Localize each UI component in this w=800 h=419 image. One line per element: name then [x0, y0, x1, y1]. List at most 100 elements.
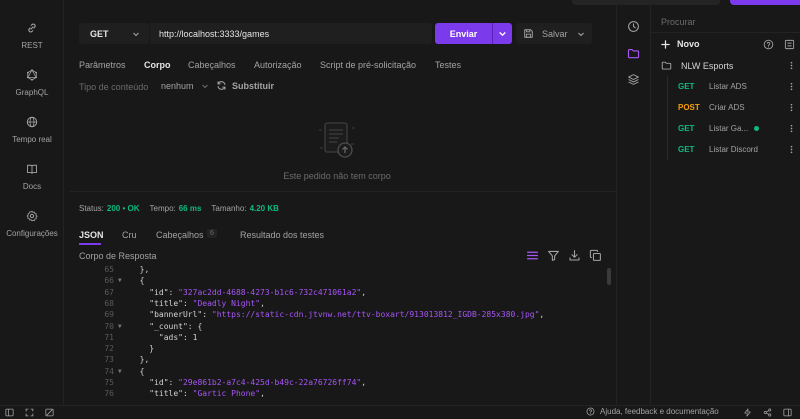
nav-item-graphql[interactable]: GraphQL — [0, 69, 64, 97]
code-scrollbar[interactable] — [607, 268, 611, 285]
filter-icon[interactable] — [547, 249, 560, 262]
method-value: GET — [90, 28, 109, 39]
replace-button[interactable]: Substituir — [216, 80, 274, 91]
save-button-label: Salvar — [542, 28, 568, 39]
request-name: Listar Ga... — [709, 123, 749, 133]
rail-divider — [650, 0, 651, 405]
request-item-create-ads[interactable]: POST Criar ADS — [678, 100, 796, 114]
request-item-list-games[interactable]: GET Listar Ga... — [678, 121, 796, 135]
code-text: } — [126, 344, 154, 355]
search-divider — [651, 32, 800, 33]
request-item-list-ads[interactable]: GET Listar ADS — [678, 79, 796, 93]
tab-authorization[interactable]: Autorização — [254, 60, 302, 70]
url-input[interactable] — [150, 23, 432, 44]
new-collection-button[interactable]: Novo — [661, 39, 700, 49]
globe-icon — [26, 116, 38, 128]
shortcuts-icon[interactable] — [743, 408, 752, 417]
line-number: 65 — [104, 265, 114, 274]
nav-label-rest: REST — [21, 41, 43, 50]
download-icon[interactable] — [568, 249, 581, 262]
fold-toggle-icon — [118, 355, 126, 366]
help-feedback-label: Ajuda, feedback e documentação — [600, 407, 719, 416]
request-method-badge: GET — [678, 123, 695, 133]
collection-name: NLW Esports — [681, 60, 734, 71]
json-token: "id": — [130, 287, 179, 297]
request-name: Criar ADS — [709, 102, 745, 112]
fold-toggle-icon — [118, 333, 126, 344]
pane-divider[interactable] — [70, 191, 616, 192]
collection-nlw-esports[interactable]: NLW Esports — [661, 60, 796, 71]
help-circle-icon — [586, 407, 595, 416]
share-icon[interactable] — [763, 408, 772, 417]
content-type-select[interactable]: nenhum — [161, 81, 209, 91]
sidebar-divider[interactable] — [616, 0, 617, 405]
request-method-badge: POST — [678, 102, 700, 112]
primary-navigation: REST GraphQL Tempo real Docs Configuraçõ… — [0, 0, 64, 405]
tab-raw[interactable]: Cru — [122, 230, 137, 240]
tab-tests[interactable]: Testes — [435, 60, 461, 70]
collections-icon[interactable] — [627, 47, 640, 60]
book-icon — [27, 164, 37, 174]
more-options-icon[interactable] — [787, 61, 796, 70]
content-type-row: Tipo de conteúdo — [79, 81, 148, 93]
code-line: 68 "title": "Deadly Night", — [70, 299, 265, 310]
tab-pre-request-script[interactable]: Script de pré-solicitação — [320, 60, 416, 70]
request-item-list-discord[interactable]: GET Listar Discord — [678, 142, 796, 156]
wrap-lines-icon[interactable] — [526, 249, 539, 262]
import-export-icon[interactable] — [784, 39, 795, 50]
gear-icon — [26, 210, 38, 222]
save-icon — [524, 29, 533, 38]
tab-body[interactable]: Corpo — [144, 60, 171, 70]
send-button[interactable]: Enviar — [435, 23, 512, 44]
help-feedback-link[interactable]: Ajuda, feedback e documentação — [586, 407, 719, 416]
tab-json[interactable]: JSON — [79, 230, 104, 240]
line-number: 71 — [104, 332, 114, 342]
method-select[interactable]: GET — [79, 23, 149, 44]
fold-toggle-icon — [118, 378, 126, 389]
line-number: 75 — [104, 378, 114, 387]
tab-response-headers[interactable]: Cabeçalhos — [156, 230, 204, 240]
empty-body-message: Este pedido não tem corpo — [283, 171, 391, 181]
tab-headers[interactable]: Cabeçalhos — [188, 60, 236, 70]
tab-parameters[interactable]: Parâmetros — [79, 60, 126, 70]
zen-mode-icon[interactable] — [25, 408, 34, 417]
new-collection-label: Novo — [677, 39, 700, 49]
line-number: 66 — [104, 276, 114, 286]
replace-button-label: Substituir — [232, 80, 274, 91]
copy-icon[interactable] — [589, 249, 602, 262]
more-options-icon[interactable] — [787, 145, 796, 154]
code-line: 70 ▼ "_count": { — [70, 322, 202, 333]
more-options-icon[interactable] — [787, 82, 796, 91]
nav-item-docs[interactable]: Docs — [0, 163, 64, 191]
sidebar-toggle-icon[interactable] — [5, 408, 14, 417]
more-options-icon[interactable] — [787, 103, 796, 112]
fold-toggle-icon[interactable]: ▼ — [118, 322, 126, 333]
code-line: 72 } — [70, 344, 154, 355]
collections-search-input[interactable]: Procurar — [661, 17, 696, 27]
response-body-editor[interactable]: 65 }, 66 ▼ {67 "id": "327ac2dd-4688-4273-b… — [70, 265, 608, 405]
tab-test-results[interactable]: Resultado dos testes — [240, 230, 324, 240]
json-token: "title": — [130, 298, 193, 308]
nav-item-realtime[interactable]: Tempo real — [0, 116, 64, 144]
response-body-label: Corpo de Resposta — [79, 251, 157, 261]
size-group: Tamanho: 4.20 KB — [211, 204, 279, 213]
fold-toggle-icon[interactable]: ▼ — [118, 367, 126, 378]
request-name: Listar Discord — [709, 144, 758, 154]
save-button[interactable]: Salvar — [516, 23, 592, 44]
right-panel-toggle-icon[interactable] — [783, 408, 792, 417]
nav-item-rest[interactable]: REST — [0, 22, 64, 50]
time-group: Tempo: 66 ms — [150, 204, 202, 213]
help-circle-icon[interactable] — [763, 39, 774, 50]
size-value: 4.20 KB — [249, 204, 279, 213]
more-options-icon[interactable] — [787, 124, 796, 133]
environments-icon[interactable] — [627, 73, 640, 86]
send-options-toggle[interactable] — [493, 29, 512, 38]
layout-toggle-icon[interactable] — [45, 408, 54, 417]
history-icon[interactable] — [627, 20, 640, 33]
json-string: "https://static-cdn.jtvnw.net/ttv-boxart… — [211, 310, 540, 320]
json-token: "title": — [130, 389, 193, 399]
fold-toggle-icon[interactable]: ▼ — [118, 276, 126, 287]
fold-toggle-icon — [118, 288, 126, 299]
code-text: "id": "327ac2dd-4688-4273-b1c6-732c47106… — [126, 288, 366, 299]
nav-item-settings[interactable]: Configurações — [0, 210, 64, 238]
